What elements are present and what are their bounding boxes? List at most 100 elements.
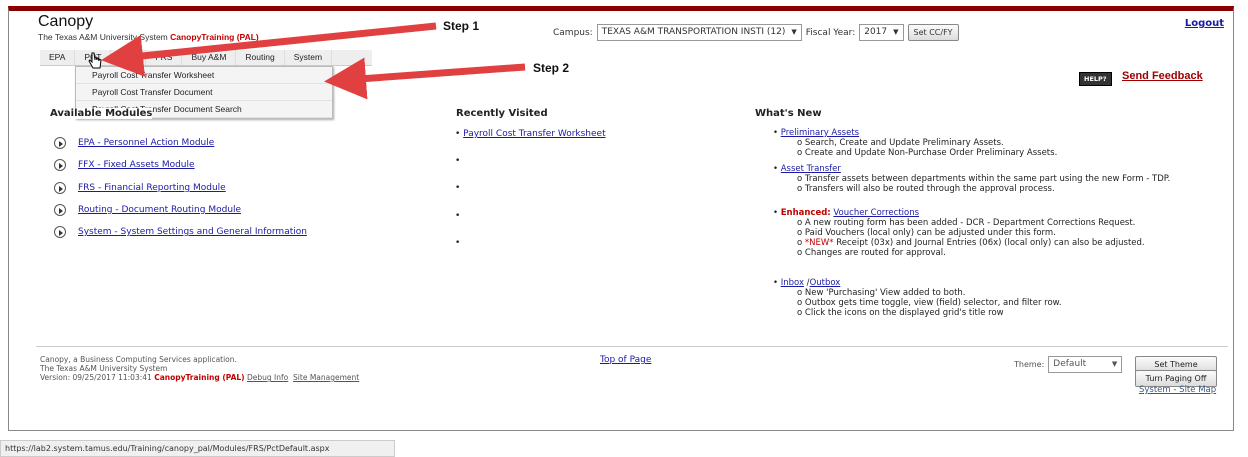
app-subtitle: The Texas A&M University System CanopyTr…: [38, 32, 259, 42]
system-site-map-link[interactable]: System - Site Map: [1139, 385, 1216, 395]
news-detail-text: New 'Purchasing' View added to both.: [804, 288, 966, 298]
fiscal-year-value: 2017: [864, 27, 888, 37]
recent-item: •: [455, 183, 461, 193]
news-detail-text: Receipt (03x) and Journal Entries (06x) …: [836, 238, 1145, 248]
news-link[interactable]: Preliminary Assets: [781, 128, 859, 138]
news-detail: o A new routing form has been added - DC…: [797, 218, 1136, 228]
campus-bar: Campus: TEXAS A&M TRANSPORTATION INSTI (…: [553, 24, 959, 41]
news-detail: o Create and Update Non-Purchase Order P…: [797, 148, 1058, 158]
logout-link[interactable]: Logout: [1185, 18, 1224, 29]
app-title: Canopy: [38, 13, 94, 30]
news-detail: o Transfer assets between departments wi…: [797, 174, 1171, 184]
enhanced-tag: Enhanced:: [780, 208, 831, 218]
hand-cursor-icon: [88, 52, 102, 69]
version-text: Version: 09/25/2017 11:03:41: [40, 373, 152, 382]
menu-buy-am[interactable]: Buy A&M: [182, 50, 237, 65]
recently-visited-heading: Recently Visited: [456, 108, 548, 119]
system-name: The Texas A&M University System: [38, 32, 168, 42]
news-detail: o Outbox gets time toggle, view (field) …: [797, 298, 1062, 308]
campus-select[interactable]: TEXAS A&M TRANSPORTATION INSTI (12) ▼: [596, 24, 802, 41]
menu-routing[interactable]: Routing: [236, 50, 285, 65]
recent-item: •: [455, 156, 461, 166]
menu-item-pct-worksheet[interactable]: Payroll Cost Transfer Worksheet: [76, 67, 332, 84]
environment-badge: CanopyTraining (PAL): [154, 373, 245, 382]
menu-item-pct-document[interactable]: Payroll Cost Transfer Document: [76, 84, 332, 101]
recent-item: •: [455, 211, 461, 221]
top-of-page-link[interactable]: Top of Page: [600, 355, 651, 365]
available-modules-heading: Available Modules: [50, 108, 153, 119]
play-circle-icon: [54, 182, 66, 194]
news-detail-text: Transfer assets between departments with…: [804, 174, 1171, 184]
news-detail-text: Changes are routed for approval.: [804, 248, 946, 258]
module-row-epa[interactable]: EPA - Personnel Action Module: [54, 137, 214, 149]
footer-info: Canopy, a Business Computing Services ap…: [40, 355, 359, 382]
news-detail-text: Click the icons on the displayed grid's …: [804, 308, 1004, 318]
site-management-link[interactable]: Site Management: [293, 373, 359, 382]
menu-epa[interactable]: EPA: [40, 50, 76, 65]
news-item-inbox-outbox: • Inbox /Outbox o New 'Purchasing' View …: [773, 278, 1203, 318]
news-detail-text: Create and Update Non-Purchase Order Pre…: [804, 148, 1058, 158]
module-row-frs[interactable]: FRS - Financial Reporting Module: [54, 182, 226, 194]
module-link[interactable]: FFX - Fixed Assets Module: [78, 160, 195, 170]
campus-value: TEXAS A&M TRANSPORTATION INSTI (12): [601, 27, 786, 37]
send-feedback-link[interactable]: Send Feedback: [1122, 70, 1203, 82]
fiscal-year-label: Fiscal Year:: [805, 27, 856, 38]
play-circle-icon: [54, 226, 66, 238]
news-detail: o Paid Vouchers (local only) can be adju…: [797, 228, 1056, 238]
theme-select[interactable]: Default ▼: [1048, 356, 1123, 373]
news-detail: o Click the icons on the displayed grid'…: [797, 308, 1004, 318]
footer-line: Canopy, a Business Computing Services ap…: [40, 355, 237, 364]
news-detail: o *NEW* Receipt (03x) and Journal Entrie…: [797, 238, 1145, 248]
news-detail: o Changes are routed for approval.: [797, 248, 946, 258]
whats-new-heading: What's New: [755, 108, 822, 119]
module-link[interactable]: System - System Settings and General Inf…: [78, 227, 307, 237]
theme-bar: Theme: Default ▼: [1014, 356, 1123, 373]
theme-value: Default: [1053, 359, 1087, 369]
menu-system[interactable]: System: [285, 50, 333, 65]
module-link[interactable]: EPA - Personnel Action Module: [78, 138, 214, 148]
help-button[interactable]: HELP?: [1079, 72, 1112, 86]
new-tag: *NEW*: [804, 238, 834, 248]
footer-divider: [36, 346, 1228, 347]
module-link[interactable]: FRS - Financial Reporting Module: [78, 183, 226, 193]
news-detail-text: Transfers will also be routed through th…: [804, 184, 1055, 194]
module-row-routing[interactable]: Routing - Document Routing Module: [54, 204, 241, 216]
news-item-voucher-corrections: • Enhanced: Voucher Corrections o A new …: [773, 208, 1203, 258]
play-circle-icon: [54, 204, 66, 216]
chevron-down-icon: ▼: [1111, 360, 1118, 368]
module-link[interactable]: Routing - Document Routing Module: [78, 205, 241, 215]
menu-ffx[interactable]: FFX: [111, 50, 147, 65]
browser-status-bar: https://lab2.system.tamus.edu/Training/c…: [0, 440, 395, 457]
news-link[interactable]: Voucher Corrections: [833, 208, 919, 218]
news-detail-text: Outbox gets time toggle, view (field) se…: [804, 298, 1062, 308]
step2-annotation: Step 2: [533, 61, 570, 75]
news-detail: o Transfers will also be routed through …: [797, 184, 1055, 194]
footer-line: The Texas A&M University System: [40, 364, 168, 373]
debug-info-link[interactable]: Debug Info: [247, 373, 288, 382]
news-detail-text: Paid Vouchers (local only) can be adjust…: [804, 228, 1056, 238]
news-detail-text: A new routing form has been added - DCR …: [804, 218, 1136, 228]
play-circle-icon: [54, 159, 66, 171]
menu-frs[interactable]: FRS: [146, 50, 183, 65]
recent-link[interactable]: Payroll Cost Transfer Worksheet: [463, 129, 605, 139]
chevron-down-icon: ▼: [893, 28, 899, 36]
news-detail-text: Search, Create and Update Preliminary As…: [804, 138, 1004, 148]
module-row-ffx[interactable]: FFX - Fixed Assets Module: [54, 159, 195, 171]
step1-annotation: Step 1: [443, 19, 480, 33]
inbox-link[interactable]: Inbox: [781, 278, 804, 288]
outbox-link[interactable]: Outbox: [810, 278, 841, 288]
module-row-system[interactable]: System - System Settings and General Inf…: [54, 226, 307, 238]
campus-label: Campus:: [553, 27, 593, 38]
set-ccfy-button[interactable]: Set CC/FY: [907, 24, 959, 41]
news-item-asset-transfer: • Asset Transfer o Transfer assets betwe…: [773, 164, 1203, 194]
fiscal-year-select[interactable]: 2017 ▼: [859, 24, 904, 41]
news-detail: o Search, Create and Update Preliminary …: [797, 138, 1004, 148]
play-circle-icon: [54, 137, 66, 149]
theme-label: Theme:: [1014, 360, 1045, 369]
chevron-down-icon: ▼: [791, 28, 797, 36]
news-link[interactable]: Asset Transfer: [781, 164, 841, 174]
recent-item: • Payroll Cost Transfer Worksheet: [455, 129, 606, 139]
environment-name: CanopyTraining (PAL): [170, 32, 259, 42]
news-item-preliminary-assets: • Preliminary Assets o Search, Create an…: [773, 128, 1203, 158]
news-detail: o New 'Purchasing' View added to both.: [797, 288, 966, 298]
